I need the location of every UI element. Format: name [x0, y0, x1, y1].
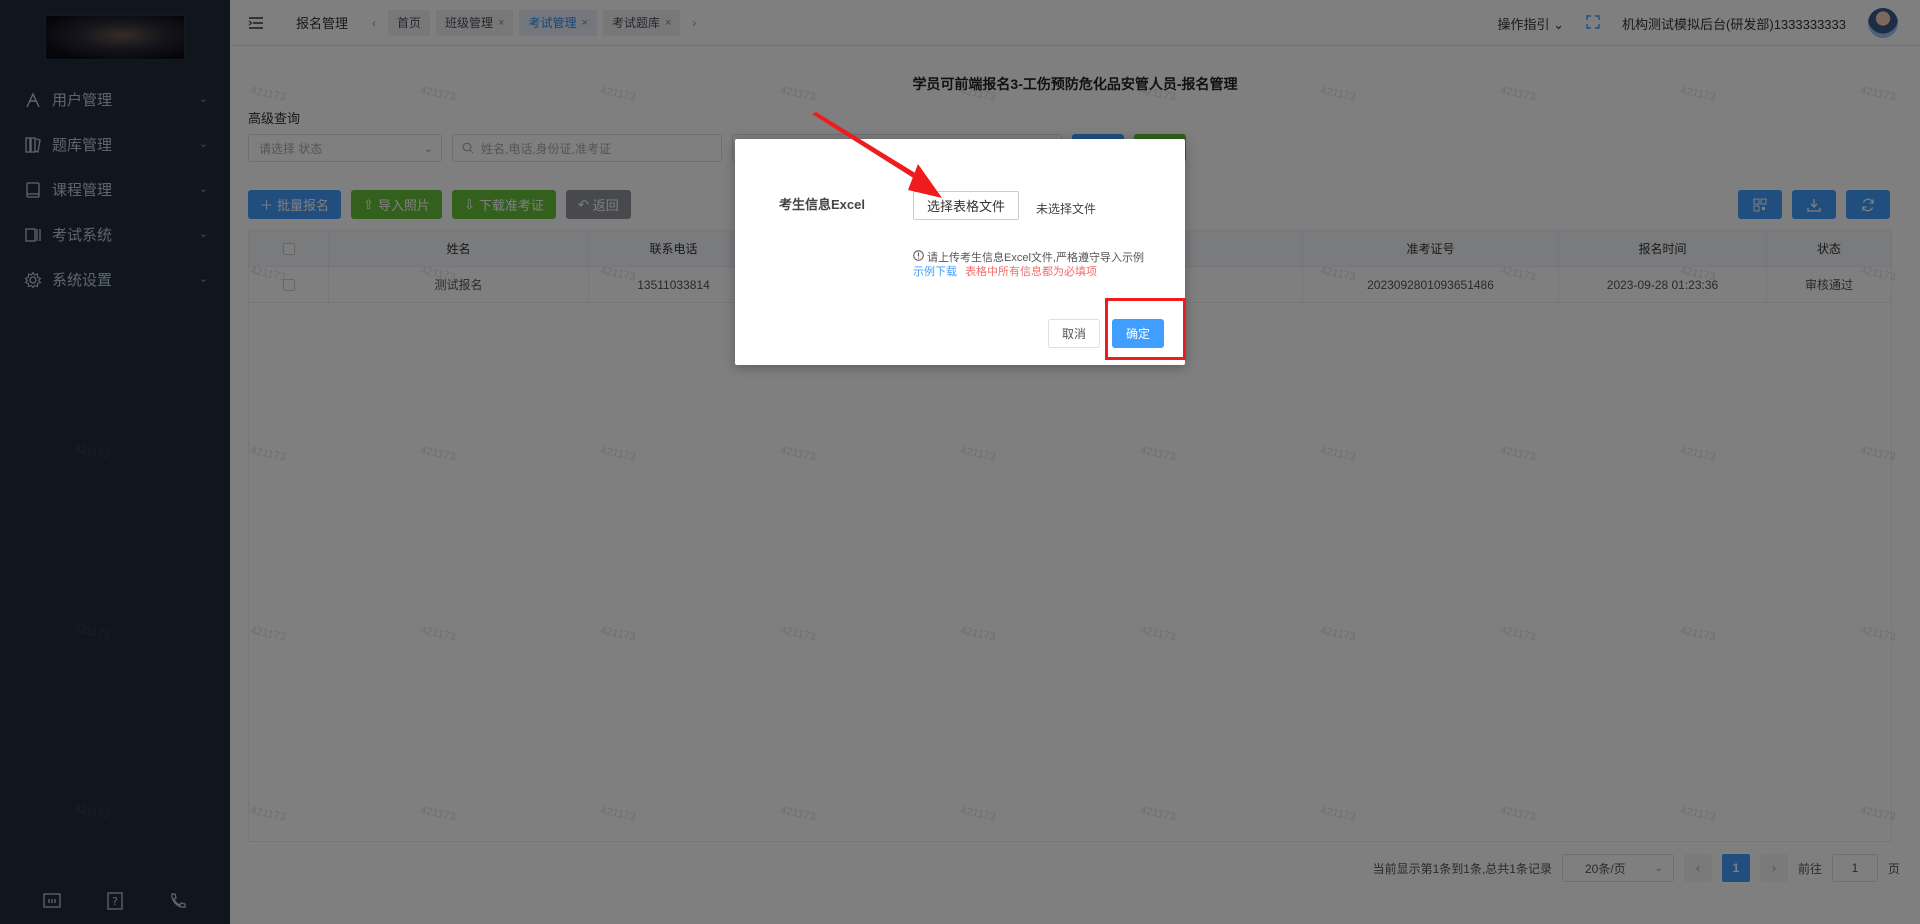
- confirm-highlight-box: [1105, 298, 1186, 360]
- sample-download-link[interactable]: 示例下载: [913, 266, 957, 278]
- upload-tip-links: 示例下载 表格中所有信息都为必填项: [913, 263, 1097, 279]
- required-note: 表格中所有信息都为必填项: [965, 266, 1098, 278]
- no-file-text: 未选择文件: [1036, 202, 1097, 216]
- info-icon: [913, 250, 924, 264]
- annotation-arrow-icon: [812, 112, 942, 198]
- cancel-button[interactable]: 取消: [1048, 319, 1100, 348]
